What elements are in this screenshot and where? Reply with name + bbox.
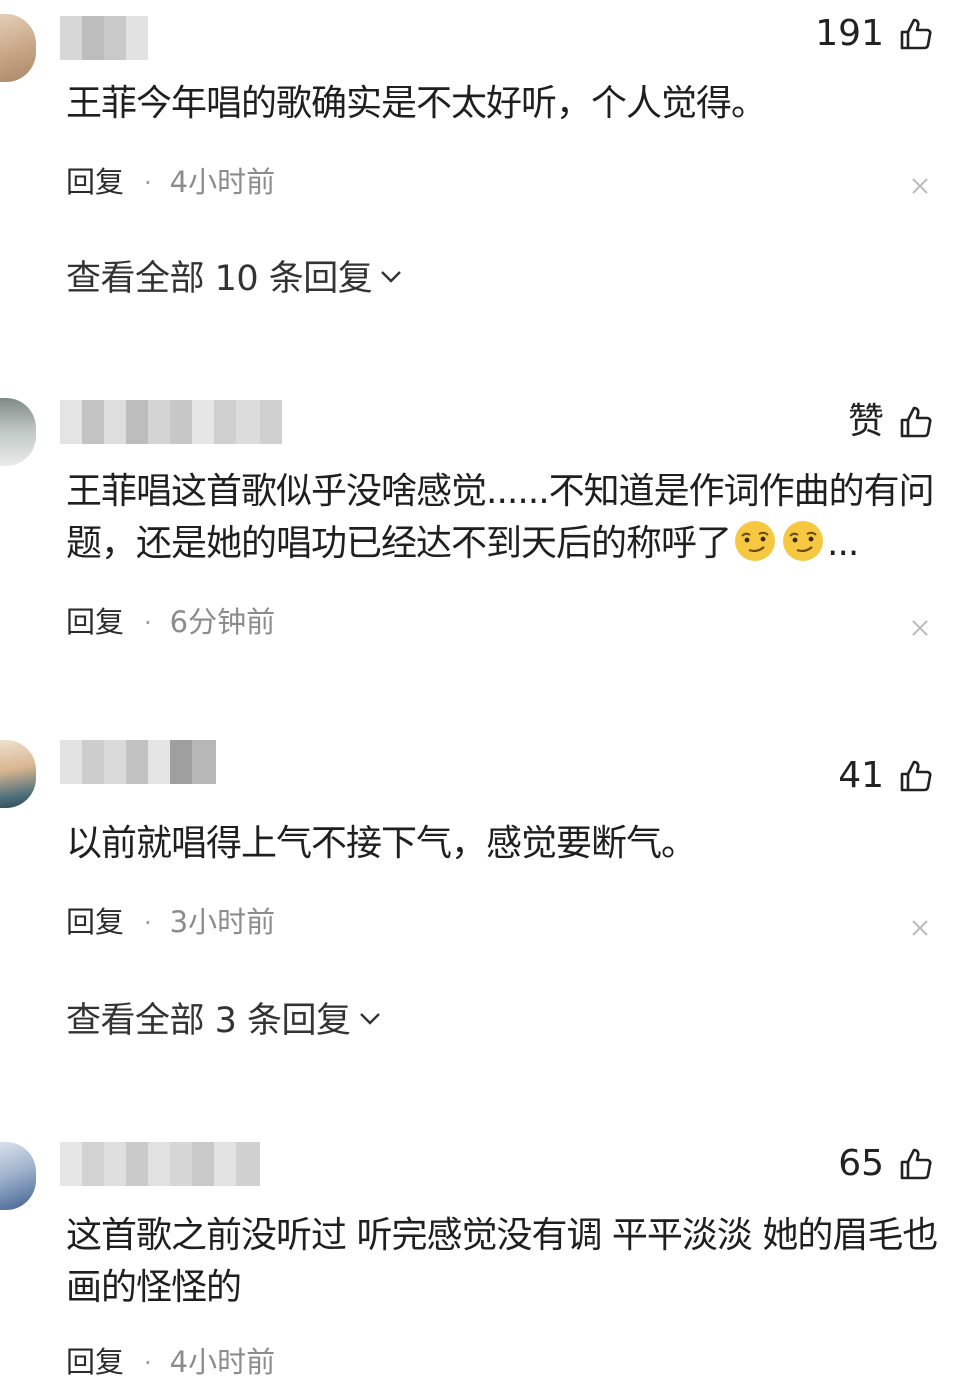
separator-dot: ·: [144, 608, 152, 637]
close-icon[interactable]: [910, 618, 930, 638]
avatar[interactable]: [0, 740, 36, 808]
username-blurred[interactable]: [60, 400, 282, 444]
separator-dot: ·: [144, 908, 152, 937]
comment-item: 赞 王菲唱这首歌似乎没啥感觉......不知道是作词作曲的有问题，还是她的唱功已…: [0, 380, 968, 710]
comment-text: 以前就唱得上气不接下气，感觉要断气。: [66, 823, 697, 864]
smirk-emoji-icon: [783, 521, 824, 561]
like-count: 191: [815, 13, 884, 54]
comment-item: 65 这首歌之前没听过 听完感觉没有调 平平淡淡 她的眉毛也画的怪怪的 回复 ·…: [0, 1130, 968, 1377]
comment-meta: 回复 · 4小时前: [66, 1348, 275, 1377]
avatar[interactable]: [0, 1142, 36, 1210]
view-all-replies-button[interactable]: 查看全部 3 条回复: [66, 992, 381, 1043]
separator-dot: ·: [144, 168, 152, 197]
comment-item: 191 王菲今年唱的歌确实是不太好听，个人觉得。 回复 · 4小时前 查看全部 …: [0, 0, 968, 380]
like-button[interactable]: 65: [838, 1146, 934, 1182]
comment-meta: 回复 · 6分钟前: [66, 608, 275, 637]
like-button[interactable]: 191: [815, 16, 934, 52]
like-count: 41: [838, 755, 884, 796]
comment-item: 41 以前就唱得上气不接下气，感觉要断气。 回复 · 3小时前 查看全部 3 条…: [0, 730, 968, 1110]
reply-button[interactable]: 回复: [66, 908, 124, 937]
thumbs-up-icon: [900, 1148, 932, 1180]
username-blurred[interactable]: [60, 740, 216, 784]
close-icon[interactable]: [910, 176, 930, 196]
separator-dot: ·: [144, 1348, 152, 1377]
timestamp: 4小时前: [169, 1345, 276, 1379]
like-label: 赞: [847, 401, 884, 442]
like-button[interactable]: 赞: [848, 404, 934, 440]
thumbs-up-icon: [900, 18, 932, 50]
timestamp: 3小时前: [169, 905, 276, 939]
view-replies-label: 查看全部 10 条回复: [66, 259, 373, 299]
username-blurred[interactable]: [60, 16, 148, 60]
chevron-down-icon: [381, 270, 402, 283]
reply-button[interactable]: 回复: [66, 168, 124, 197]
thumbs-up-icon: [900, 406, 932, 438]
like-button[interactable]: 41: [838, 758, 934, 794]
comment-meta: 回复 · 3小时前: [66, 908, 275, 937]
comment-text: 王菲唱这首歌似乎没啥感觉......不知道是作词作曲的有问题，还是她的唱功已经达…: [66, 466, 938, 570]
avatar[interactable]: [0, 14, 36, 82]
comment-text: 这首歌之前没听过 听完感觉没有调 平平淡淡 她的眉毛也画的怪怪的: [66, 1215, 938, 1308]
smirk-emoji-icon: [735, 521, 776, 561]
thumbs-up-icon: [900, 760, 932, 792]
chevron-down-icon: [359, 1012, 380, 1025]
username-blurred[interactable]: [60, 1142, 260, 1186]
comment-meta: 回复 · 4小时前: [66, 168, 275, 197]
view-replies-label: 查看全部 3 条回复: [66, 1001, 351, 1041]
comment-text: 王菲今年唱的歌确实是不太好听，个人觉得。: [66, 83, 767, 124]
comment-text-ellipsis: ...: [827, 523, 859, 564]
reply-button[interactable]: 回复: [66, 608, 124, 637]
close-icon[interactable]: [910, 918, 930, 938]
view-all-replies-button[interactable]: 查看全部 10 条回复: [66, 250, 402, 301]
timestamp: 4小时前: [169, 165, 276, 199]
avatar[interactable]: [0, 398, 36, 466]
reply-button[interactable]: 回复: [66, 1348, 124, 1377]
like-count: 65: [838, 1143, 884, 1184]
timestamp: 6分钟前: [169, 605, 276, 639]
